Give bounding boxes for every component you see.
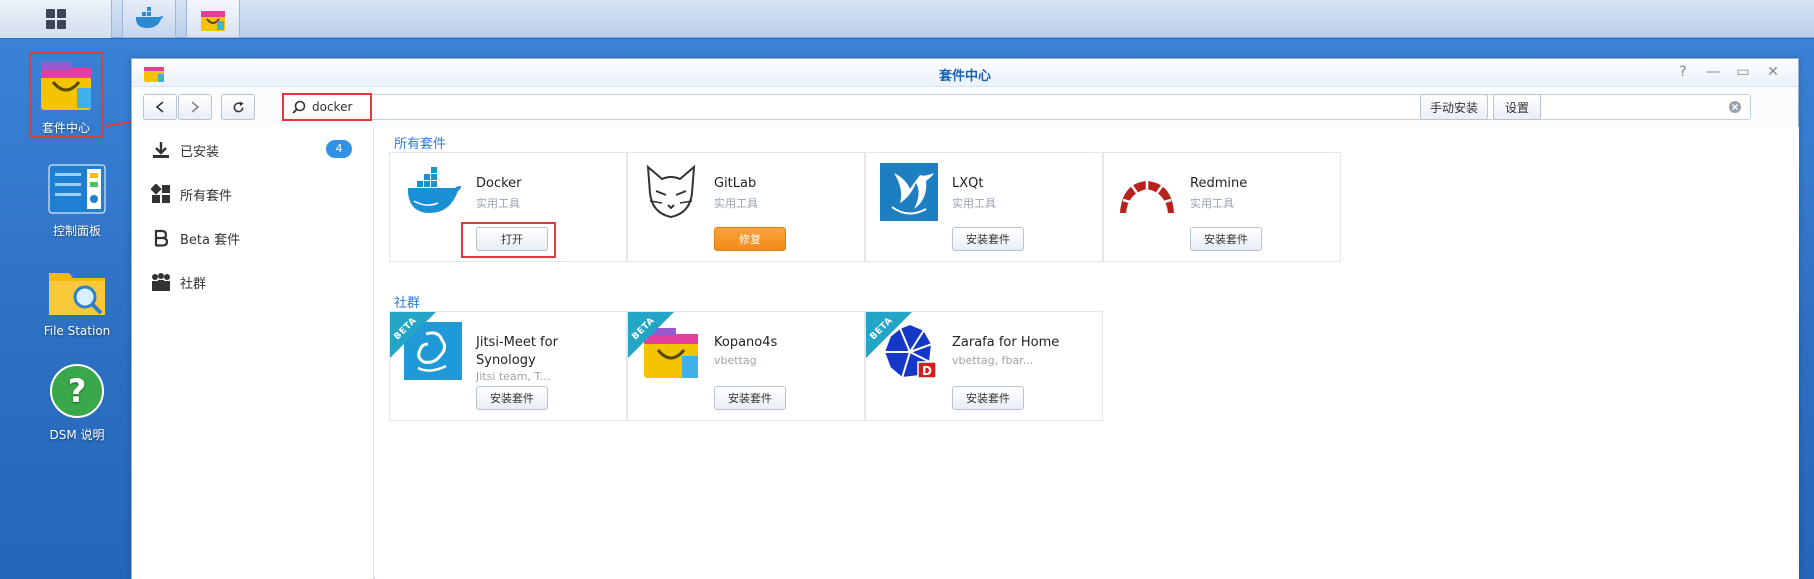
desktop-icon-dsm-help[interactable]: ? DSM 说明	[24, 363, 130, 443]
minimize-button[interactable]: —	[1703, 64, 1723, 82]
chevron-right-icon	[191, 101, 200, 113]
install-button[interactable]: 安装套件	[952, 386, 1024, 410]
refresh-button[interactable]	[221, 94, 255, 120]
lxqt-bird-icon	[880, 163, 938, 221]
repair-button[interactable]: 修复	[714, 227, 786, 251]
package-card-docker[interactable]: Docker 实用工具 打开	[389, 152, 627, 262]
desktop-icon-label: 套件中心	[41, 121, 90, 135]
sidebar-item-label: Beta 套件	[180, 232, 241, 248]
download-icon	[150, 139, 172, 161]
close-button[interactable]: ✕	[1763, 64, 1783, 82]
redmine-icon	[1120, 181, 1174, 213]
beta-ribbon: BETA	[628, 312, 674, 358]
manual-install-button[interactable]: 手动安装	[1420, 94, 1488, 120]
clear-search-icon[interactable]	[1728, 100, 1742, 114]
package-category: 实用工具	[714, 197, 758, 210]
svg-text:D: D	[922, 364, 932, 378]
taskbar-package-center-button[interactable]	[186, 0, 240, 38]
sidebar-item-label: 社群	[180, 276, 207, 292]
beta-icon	[150, 227, 172, 249]
desktop-icon-label: DSM 说明	[49, 428, 105, 442]
main-menu-button[interactable]	[0, 0, 112, 38]
desktop-icon-package-center[interactable]: 套件中心	[29, 52, 103, 138]
sidebar-item-beta[interactable]: Beta 套件	[150, 223, 360, 253]
community-icon	[150, 271, 172, 293]
beta-ribbon: BETA	[866, 312, 912, 358]
window-titlebar[interactable]: 套件中心 ? — ▭ ✕	[132, 59, 1798, 87]
install-button[interactable]: 安装套件	[952, 227, 1024, 251]
chevron-left-icon	[155, 101, 164, 113]
settings-button[interactable]: 设置	[1493, 94, 1541, 120]
package-name: Docker	[476, 176, 522, 191]
sidebar-item-label: 所有套件	[180, 188, 233, 204]
package-list: 所有套件 Docker 实用工具 打开 GitLab 实用工具 修复 LXQt …	[375, 127, 1799, 579]
refresh-icon	[233, 100, 244, 112]
package-center-window: 套件中心 ? — ▭ ✕ 手动安装 设置	[131, 58, 1799, 579]
package-name: Zarafa for Home	[952, 335, 1060, 350]
package-category: 实用工具	[952, 197, 996, 210]
package-name: LXQt	[952, 176, 984, 191]
sidebar-item-label: 已安装	[180, 144, 220, 160]
shopping-bag-icon	[201, 10, 225, 31]
package-author: vbettag, fbar...	[952, 354, 1034, 367]
sidebar-item-community[interactable]: 社群	[150, 267, 360, 297]
section-title-all-packages: 所有套件	[394, 137, 447, 152]
beta-ribbon: BETA	[390, 312, 436, 358]
section-title-community: 社群	[394, 296, 421, 311]
folder-search-icon	[49, 273, 105, 315]
gitlab-cat-icon	[646, 164, 696, 219]
install-button[interactable]: 安装套件	[714, 386, 786, 410]
grid-icon	[45, 9, 66, 29]
help-button[interactable]: ?	[1673, 64, 1693, 82]
desktop-icon-label: File Station	[43, 324, 111, 338]
docker-whale-icon	[408, 167, 461, 213]
toolbar: 手动安装 设置	[132, 87, 1798, 127]
package-category: 实用工具	[1190, 197, 1234, 210]
taskbar-docker-button[interactable]	[122, 0, 176, 38]
package-author: vbettag	[714, 354, 757, 367]
package-card-lxqt[interactable]: LXQt 实用工具 安装套件	[865, 152, 1103, 262]
window-title: 套件中心	[938, 69, 991, 84]
control-panel-icon	[48, 164, 106, 214]
package-name: GitLab	[714, 176, 757, 191]
taskbar	[0, 0, 1814, 38]
desktop-icon-file-station[interactable]: File Station	[24, 265, 130, 338]
svg-text:?: ?	[68, 372, 87, 410]
package-name: Kopano4s	[714, 335, 778, 350]
help-icon: ?	[50, 364, 104, 418]
docker-whale-icon	[136, 6, 163, 28]
search-highlight-box	[282, 93, 372, 121]
sidebar: 已安装 4 所有套件 Beta 套件 社群	[132, 127, 374, 579]
sidebar-item-installed[interactable]: 已安装 4	[150, 135, 360, 165]
open-highlight-box	[461, 222, 556, 258]
package-name: Redmine	[1190, 176, 1248, 191]
package-card-redmine[interactable]: Redmine 实用工具 安装套件	[1103, 152, 1341, 262]
package-author: Jitsi team, T...	[476, 370, 551, 383]
desktop-icon-control-panel[interactable]: 控制面板	[24, 163, 130, 239]
maximize-button[interactable]: ▭	[1733, 64, 1753, 82]
back-button[interactable]	[143, 94, 177, 120]
sidebar-item-all-packages[interactable]: 所有套件	[150, 179, 360, 209]
package-card-gitlab[interactable]: GitLab 实用工具 修复	[627, 152, 865, 262]
shopping-bag-icon	[41, 62, 91, 110]
package-card-zarafa[interactable]: D Zarafa for Home vbettag, fbar... 安装套件 …	[865, 311, 1103, 421]
desktop-icon-label: 控制面板	[52, 224, 101, 238]
package-name: Jitsi-Meet for Synology	[476, 335, 558, 368]
package-card-jitsi-meet[interactable]: Jitsi-Meet for Synology Jitsi team, T...…	[389, 311, 627, 421]
packages-icon	[150, 183, 172, 205]
installed-count-badge: 4	[326, 140, 352, 158]
forward-button[interactable]	[178, 94, 212, 120]
package-card-kopano4s[interactable]: Kopano4s vbettag 安装套件 BETA	[627, 311, 865, 421]
package-category: 实用工具	[476, 197, 520, 210]
install-button[interactable]: 安装套件	[476, 386, 548, 410]
install-button[interactable]: 安装套件	[1190, 227, 1262, 251]
